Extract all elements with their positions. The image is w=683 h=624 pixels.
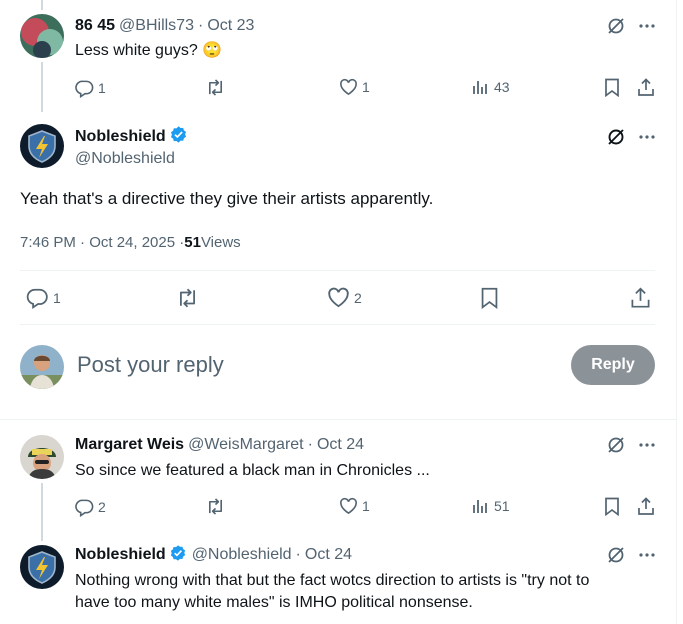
separator: ·: [295, 546, 301, 563]
bookmark-icon[interactable]: [480, 287, 499, 309]
repost-icon: [205, 497, 226, 516]
divider: [20, 270, 655, 271]
reply-button[interactable]: Reply: [571, 345, 655, 385]
more-icon[interactable]: [638, 17, 656, 35]
share-icon[interactable]: [630, 287, 651, 309]
views-label: Views: [200, 234, 241, 251]
heart-icon: [339, 78, 358, 96]
divider: [0, 419, 677, 420]
divider: [20, 324, 655, 325]
analytics-icon: [472, 78, 490, 96]
author-name[interactable]: Nobleshield: [75, 546, 166, 564]
like-action[interactable]: 2: [327, 287, 362, 308]
my-avatar[interactable]: [20, 345, 64, 389]
author-name[interactable]: Margaret Weis: [75, 436, 184, 454]
heart-icon: [327, 287, 350, 308]
like-action[interactable]: 1: [339, 497, 370, 515]
like-count: 2: [354, 289, 362, 306]
reply-icon: [26, 287, 49, 309]
reply-action[interactable]: 1: [26, 287, 61, 309]
reply-icon: [75, 498, 94, 517]
author-name[interactable]: 86 45: [75, 17, 115, 35]
reply-count: 1: [53, 290, 61, 306]
reply-count: 2: [98, 499, 106, 515]
tweet-text: Yeah that's a directive they give their …: [20, 189, 434, 208]
tweet-date[interactable]: Oct 23: [207, 17, 254, 35]
grok-icon[interactable]: [606, 127, 626, 147]
thread-line: [41, 483, 43, 541]
tweet-date[interactable]: Oct 24: [317, 436, 364, 454]
tweet-date[interactable]: Oct 24: [305, 546, 352, 564]
conversation-panel: 86 45 @BHills73 · Oct 23 Less white guys…: [0, 0, 677, 624]
repost-action[interactable]: [205, 497, 226, 516]
reply-icon: [75, 79, 94, 98]
views-count: 51: [184, 234, 201, 251]
reply-action[interactable]: 1: [75, 78, 106, 98]
avatar[interactable]: [20, 435, 64, 479]
repost-icon: [175, 287, 200, 309]
repost-icon: [205, 78, 226, 97]
thread-line: [41, 0, 43, 10]
author-handle[interactable]: @BHills73: [119, 17, 194, 35]
tweet-timestamp[interactable]: 7:46 PM · Oct 24, 2025 ·: [20, 234, 184, 251]
share-icon[interactable]: [637, 497, 655, 516]
views-count: 51: [494, 498, 510, 514]
views-action[interactable]: 43: [472, 78, 510, 96]
bookmark-icon[interactable]: [604, 497, 620, 516]
thread-line: [41, 62, 43, 112]
repost-action[interactable]: [175, 287, 200, 309]
reply-input[interactable]: Post your reply: [77, 352, 224, 378]
separator: ·: [307, 436, 313, 453]
views-count: 43: [494, 79, 510, 95]
author-name[interactable]: Nobleshield: [75, 128, 166, 146]
reply-action[interactable]: 2: [75, 497, 106, 517]
like-count: 1: [362, 79, 370, 95]
grok-icon[interactable]: [606, 16, 626, 36]
author-handle[interactable]: @Nobleshield: [75, 150, 175, 168]
heart-icon: [339, 497, 358, 515]
verified-badge-icon: [169, 125, 188, 149]
verified-badge-icon: [169, 544, 187, 567]
more-icon[interactable]: [638, 546, 656, 564]
bookmark-icon[interactable]: [604, 78, 620, 97]
avatar[interactable]: [20, 14, 64, 58]
tweet-text-line-1: Nothing wrong with that but the fact wot…: [75, 572, 590, 589]
avatar[interactable]: [20, 124, 64, 168]
tweet-text-line-2: have too many white males" is IMHO polit…: [75, 594, 473, 611]
tweet-text: So since we featured a black man in Chro…: [75, 462, 430, 479]
repost-action[interactable]: [205, 78, 226, 97]
author-handle[interactable]: @Nobleshield: [192, 546, 292, 564]
avatar[interactable]: [20, 545, 64, 589]
more-icon[interactable]: [638, 128, 656, 146]
analytics-icon: [472, 497, 490, 515]
author-handle[interactable]: @WeisMargaret: [188, 436, 304, 454]
grok-icon[interactable]: [606, 435, 626, 455]
like-count: 1: [362, 498, 370, 514]
grok-icon[interactable]: [606, 545, 626, 565]
share-icon[interactable]: [637, 78, 655, 97]
like-action[interactable]: 1: [339, 78, 370, 96]
separator: ·: [197, 17, 204, 34]
views-action[interactable]: 51: [472, 497, 510, 515]
more-icon[interactable]: [638, 436, 656, 454]
reply-count: 1: [98, 80, 106, 96]
tweet-text: Less white guys? 🙄: [75, 42, 223, 59]
